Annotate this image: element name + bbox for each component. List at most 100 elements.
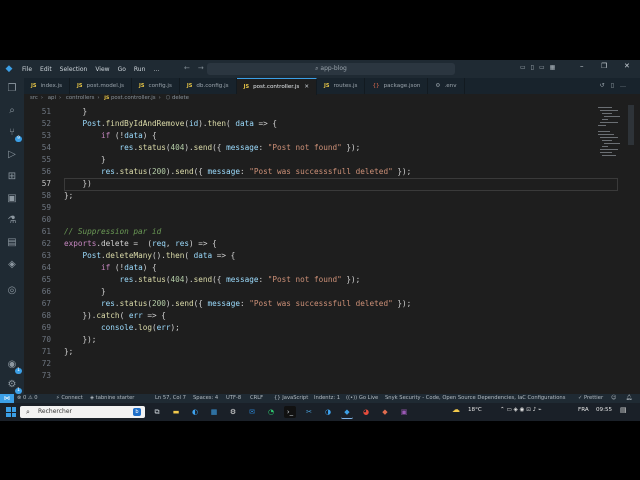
breadcrumb-item[interactable]: src bbox=[30, 95, 38, 101]
snyk-status[interactable]: Snyk Security - Code, Open Source Depend… bbox=[385, 395, 565, 401]
menu-view[interactable]: View bbox=[95, 66, 109, 73]
end-of-line[interactable]: CRLF bbox=[250, 395, 263, 401]
code-line: 54 res.status(404).send({ message: "Post… bbox=[24, 142, 624, 154]
title-bar: ◆ File Edit Selection View Go Run … ←→ ⌕… bbox=[0, 60, 640, 78]
go-live-button[interactable]: ((•)) Go Live bbox=[346, 395, 378, 401]
editor-actions[interactable]: ↺▯… bbox=[600, 82, 632, 89]
capture-tool-icon[interactable]: ✂ bbox=[303, 406, 315, 418]
code-text: } bbox=[64, 107, 88, 116]
line-number: 56 bbox=[41, 167, 51, 176]
code-text: console.log(err); bbox=[101, 323, 180, 332]
weather-temperature[interactable]: 18°C bbox=[468, 407, 482, 413]
edge-icon[interactable]: ◐ bbox=[189, 406, 201, 418]
menu-file[interactable]: File bbox=[22, 66, 32, 73]
extensions-icon[interactable]: ⊞ bbox=[5, 170, 19, 184]
breadcrumb-item[interactable]: post.controller.js bbox=[111, 95, 156, 101]
tabnine-icon[interactable]: ◈ bbox=[5, 258, 19, 272]
tab-config-js[interactable]: JS config.js bbox=[132, 78, 180, 94]
command-center-text: app-blog bbox=[320, 65, 347, 72]
notifications-bell-icon[interactable]: 🔔︎ bbox=[626, 395, 633, 401]
command-center[interactable]: ⌕ app-blog bbox=[207, 63, 455, 75]
language-mode[interactable]: {} JavaScript bbox=[274, 395, 308, 401]
search-icon[interactable]: ⌕ bbox=[5, 104, 19, 118]
indentz-status[interactable]: Indentz: 1 bbox=[314, 395, 340, 401]
git-icon[interactable]: ◆ bbox=[379, 406, 391, 418]
tab-label: routes.js bbox=[333, 83, 358, 89]
line-number: 65 bbox=[41, 275, 51, 284]
tab-post-model-js[interactable]: JS post.model.js bbox=[70, 78, 133, 94]
snyk-icon[interactable]: ◎ bbox=[5, 284, 19, 298]
tab-db-config-js[interactable]: JS db.config.js bbox=[180, 78, 237, 94]
code-line: 59 bbox=[24, 202, 624, 214]
windows-start-icon[interactable] bbox=[6, 407, 16, 417]
accounts-status-icon[interactable]: ☺ bbox=[611, 395, 616, 401]
editor-scrollbar[interactable] bbox=[628, 105, 634, 145]
whatsapp-icon[interactable]: ◔ bbox=[265, 406, 277, 418]
close-tab-icon[interactable]: ✕ bbox=[304, 84, 309, 90]
menu-run[interactable]: Run bbox=[134, 66, 146, 73]
mail-icon[interactable]: ✉ bbox=[246, 406, 258, 418]
code-line: 65 res.status(404).send({ message: "Post… bbox=[24, 274, 624, 286]
remote-explorer-icon[interactable]: ▣ bbox=[5, 192, 19, 206]
app-icon[interactable]: ▣ bbox=[398, 406, 410, 418]
code-text: res.status(200).send({ message: "Post wa… bbox=[101, 299, 412, 308]
breadcrumb-item[interactable]: controllers bbox=[66, 95, 95, 101]
close-window-icon[interactable]: ✕ bbox=[624, 62, 630, 70]
task-view-icon[interactable]: ⧉ bbox=[151, 406, 163, 418]
layout-toggle-icons[interactable]: ▭▯▭▦ bbox=[520, 64, 560, 71]
settings-gear-icon[interactable]: ⚙ 1 bbox=[5, 378, 22, 394]
accounts-icon[interactable]: ◉ 1 bbox=[5, 358, 22, 374]
menu-edit[interactable]: Edit bbox=[40, 66, 52, 73]
code-line: 67 res.status(200).send({ message: "Post… bbox=[24, 298, 624, 310]
input-language[interactable]: FRA bbox=[578, 407, 589, 413]
indentation[interactable]: Spaces: 4 bbox=[193, 395, 218, 401]
source-control-badge: 9 bbox=[15, 136, 22, 142]
tab-routes-js[interactable]: JS routes.js bbox=[317, 78, 366, 94]
tab-post-controller-js[interactable]: JS post.controller.js ✕ bbox=[236, 78, 318, 95]
problems-indicator[interactable]: ⊗ 0 ⚠ 0 bbox=[17, 395, 38, 401]
taskbar-search-input[interactable]: ⌕ Rechercher b bbox=[20, 406, 145, 418]
menu-more[interactable]: … bbox=[153, 66, 159, 73]
line-number: 54 bbox=[41, 143, 51, 152]
breadcrumb-item[interactable]: delete bbox=[172, 95, 189, 101]
minimap[interactable] bbox=[596, 105, 620, 165]
connect-status[interactable]: ⚡ Connect bbox=[56, 395, 83, 401]
accounts-badge: 1 bbox=[15, 368, 22, 374]
editor-tab-bar: JS index.js JS post.model.js JS config.js J… bbox=[24, 78, 640, 95]
breadcrumb[interactable]: src › api › controllers › JS post.controlle… bbox=[30, 95, 189, 105]
tabnine-status[interactable]: ◈ tabnine starter bbox=[90, 395, 134, 401]
line-number: 70 bbox=[41, 335, 51, 344]
chrome-icon[interactable]: ◕ bbox=[360, 406, 372, 418]
minimize-icon[interactable]: – bbox=[580, 62, 584, 70]
source-control-icon[interactable]: ⑂ 9 bbox=[5, 126, 22, 142]
cursor-position[interactable]: Ln 57, Col 7 bbox=[155, 395, 186, 401]
code-editor[interactable]: 51 } 52 Post.findByIdAndRemove(id).then(… bbox=[24, 105, 634, 394]
remote-indicator-icon[interactable]: ⋈ bbox=[0, 394, 14, 403]
tab-package-json[interactable]: {} package.json bbox=[365, 78, 429, 94]
taskbar-search-placeholder: Rechercher bbox=[38, 408, 72, 415]
tab-env[interactable]: ⚙ .env bbox=[428, 78, 465, 94]
breadcrumb-item[interactable]: api bbox=[48, 95, 56, 101]
file-encoding[interactable]: UTF-8 bbox=[226, 395, 241, 401]
store-icon[interactable]: ▦ bbox=[208, 406, 220, 418]
testing-icon[interactable]: ⚗ bbox=[5, 214, 19, 228]
run-debug-icon[interactable]: ▷ bbox=[5, 148, 19, 162]
prettier-status[interactable]: ✓ Prettier bbox=[578, 395, 603, 401]
clock-time[interactable]: 09:55 bbox=[596, 407, 612, 413]
settings-app-icon[interactable]: ⚙ bbox=[227, 406, 239, 418]
line-number: 61 bbox=[41, 227, 51, 236]
docker-icon[interactable]: ▤ bbox=[5, 236, 19, 250]
tray-icons[interactable]: ⌃ ▭ ◈ ◉ ⊡ ♪ ⌁ bbox=[500, 407, 541, 413]
browser-edge-icon[interactable]: ◑ bbox=[322, 406, 334, 418]
menu-selection[interactable]: Selection bbox=[60, 66, 88, 73]
restore-icon[interactable]: ❐ bbox=[601, 62, 607, 70]
notification-center-icon[interactable]: ▤ bbox=[620, 406, 627, 414]
open-changes-icon: ↺ bbox=[599, 82, 611, 89]
menu-go[interactable]: Go bbox=[118, 66, 126, 73]
terminal-icon[interactable]: ›_ bbox=[284, 406, 296, 418]
tab-index-js[interactable]: JS index.js bbox=[24, 78, 71, 94]
explorer-icon[interactable]: ❐ bbox=[5, 82, 19, 96]
vscode-taskbar-icon[interactable]: ◆ bbox=[341, 406, 353, 419]
search-icon: ⌕ bbox=[26, 408, 30, 416]
file-explorer-icon[interactable]: ▬ bbox=[170, 406, 182, 418]
